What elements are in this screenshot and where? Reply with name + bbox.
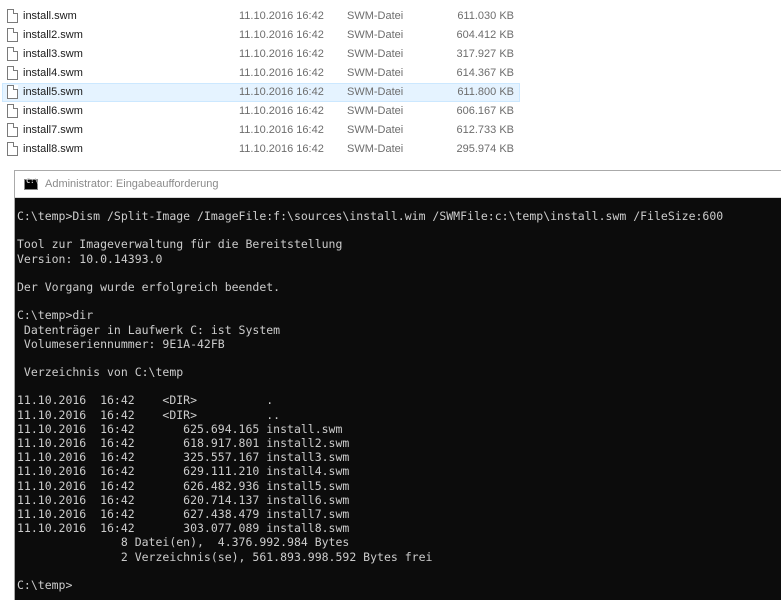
- file-date: 11.10.2016 16:42: [239, 29, 324, 41]
- document-icon: [7, 47, 18, 61]
- file-type: SWM-Datei: [347, 105, 404, 117]
- document-icon: [7, 85, 18, 99]
- console-line: 11.10.2016 16:42 627.438.479 install7.sw…: [17, 506, 350, 521]
- file-name: install7.swm: [23, 124, 83, 136]
- file-name: install2.swm: [23, 29, 83, 41]
- file-size: 604.412 KB: [456, 29, 515, 41]
- file-date: 11.10.2016 16:42: [239, 105, 324, 117]
- document-icon: [7, 28, 18, 42]
- file-date: 11.10.2016 16:42: [239, 10, 324, 22]
- console-line: Tool zur Imageverwaltung für die Bereits…: [17, 237, 343, 252]
- console-titlebar[interactable]: C:\ Administrator: Eingabeaufforderung: [15, 171, 781, 198]
- file-name: install6.swm: [23, 105, 83, 117]
- file-date: 11.10.2016 16:42: [239, 86, 324, 98]
- file-row[interactable]: install2.swm 11.10.2016 16:42 SWM-Datei 604…: [0, 26, 781, 45]
- console-line: 11.10.2016 16:42 618.917.801 install2.sw…: [17, 436, 350, 450]
- file-row[interactable]: install7.swm 11.10.2016 16:42 SWM-Datei 612…: [0, 121, 781, 140]
- file-explorer-list: install.swm 11.10.2016 16:42 SWM-Datei 611.…: [0, 0, 781, 166]
- file-size: 295.974 KB: [456, 143, 515, 155]
- file-row[interactable]: install3.swm 11.10.2016 16:42 SWM-Datei 317…: [0, 45, 781, 64]
- file-type: SWM-Datei: [347, 48, 404, 60]
- command-prompt-window[interactable]: C:\ Administrator: Eingabeaufforderung C…: [14, 170, 781, 600]
- console-line: C:\temp>Dism /Split-Image /ImageFile:f:\…: [17, 209, 724, 223]
- file-type: SWM-Datei: [347, 143, 404, 155]
- console-line: 2 Verzeichnis(se), 561.893.998.592 Bytes…: [17, 549, 433, 564]
- document-icon: [7, 66, 18, 80]
- file-name: install5.swm: [23, 86, 83, 98]
- console-line: Der Vorgang wurde erfolgreich beendet.: [17, 279, 281, 294]
- console-line: 11.10.2016 16:42 629.111.210 install4.sw…: [17, 464, 350, 479]
- file-row[interactable]: install5.swm 11.10.2016 16:42 SWM-Datei 611…: [0, 83, 781, 102]
- console-line: C:\temp>dir: [17, 308, 94, 323]
- file-type: SWM-Datei: [347, 124, 404, 136]
- document-icon: [7, 104, 18, 118]
- file-size: 611.800 KB: [457, 86, 514, 98]
- file-size: 611.030 KB: [457, 10, 514, 22]
- file-row[interactable]: install8.swm 11.10.2016 16:42 SWM-Datei 295…: [0, 140, 781, 159]
- console-line: 11.10.2016 16:42 <DIR> .: [17, 393, 274, 408]
- console-line: 11.10.2016 16:42 626.482.936 install5.sw…: [17, 478, 350, 493]
- file-size: 614.367 KB: [456, 67, 515, 79]
- console-line: 11.10.2016 16:42 625.694.165 install.swm: [17, 421, 343, 436]
- file-date: 11.10.2016 16:42: [239, 124, 324, 136]
- file-date: 11.10.2016 16:42: [239, 67, 324, 79]
- file-name: install3.swm: [23, 48, 83, 60]
- file-size: 612.733 KB: [456, 124, 515, 136]
- file-row[interactable]: install4.swm 11.10.2016 16:42 SWM-Datei 614…: [0, 64, 781, 83]
- console-line: Volumeseriennummer: 9E1A-42FB: [17, 336, 225, 351]
- console-line: 11.10.2016 16:42 620.714.137 install6.sw…: [17, 492, 350, 507]
- file-date: 11.10.2016 16:42: [239, 48, 324, 60]
- window-title: Administrator: Eingabeaufforderung: [45, 178, 219, 190]
- file-row[interactable]: install6.swm 11.10.2016 16:42 SWM-Datei 606…: [0, 102, 781, 121]
- file-type: SWM-Datei: [347, 67, 404, 79]
- console-line: C:\temp>: [17, 577, 73, 592]
- document-icon: [7, 142, 18, 156]
- console-line: Datenträger in Laufwerk C: ist System: [17, 322, 281, 337]
- console-line: 11.10.2016 16:42 303.077.089 install8.sw…: [17, 521, 350, 536]
- console-line: 11.10.2016 16:42 <DIR> ..: [17, 407, 281, 422]
- file-name: install8.swm: [23, 143, 83, 155]
- console-line: 8 Datei(en), 4.376.992.984 Bytes: [17, 535, 350, 550]
- console-output[interactable]: C:\temp>Dism /Split-Image /ImageFile:f:\…: [17, 209, 723, 592]
- cmd-icon: C:\: [24, 177, 39, 190]
- document-icon: [7, 9, 18, 23]
- file-name: install.swm: [23, 10, 77, 22]
- file-size: 317.927 KB: [456, 48, 515, 60]
- file-type: SWM-Datei: [347, 10, 404, 22]
- file-type: SWM-Datei: [347, 29, 404, 41]
- console-line: Verzeichnis von C:\temp: [17, 365, 184, 380]
- console-line: Version: 10.0.14393.0: [17, 251, 163, 266]
- file-type: SWM-Datei: [347, 86, 404, 98]
- file-row[interactable]: install.swm 11.10.2016 16:42 SWM-Datei 611.…: [0, 7, 781, 26]
- console-line: 11.10.2016 16:42 325.557.167 install3.sw…: [17, 450, 350, 465]
- file-size: 606.167 KB: [456, 105, 515, 117]
- file-name: install4.swm: [23, 67, 83, 79]
- file-date: 11.10.2016 16:42: [239, 143, 324, 155]
- document-icon: [7, 123, 18, 137]
